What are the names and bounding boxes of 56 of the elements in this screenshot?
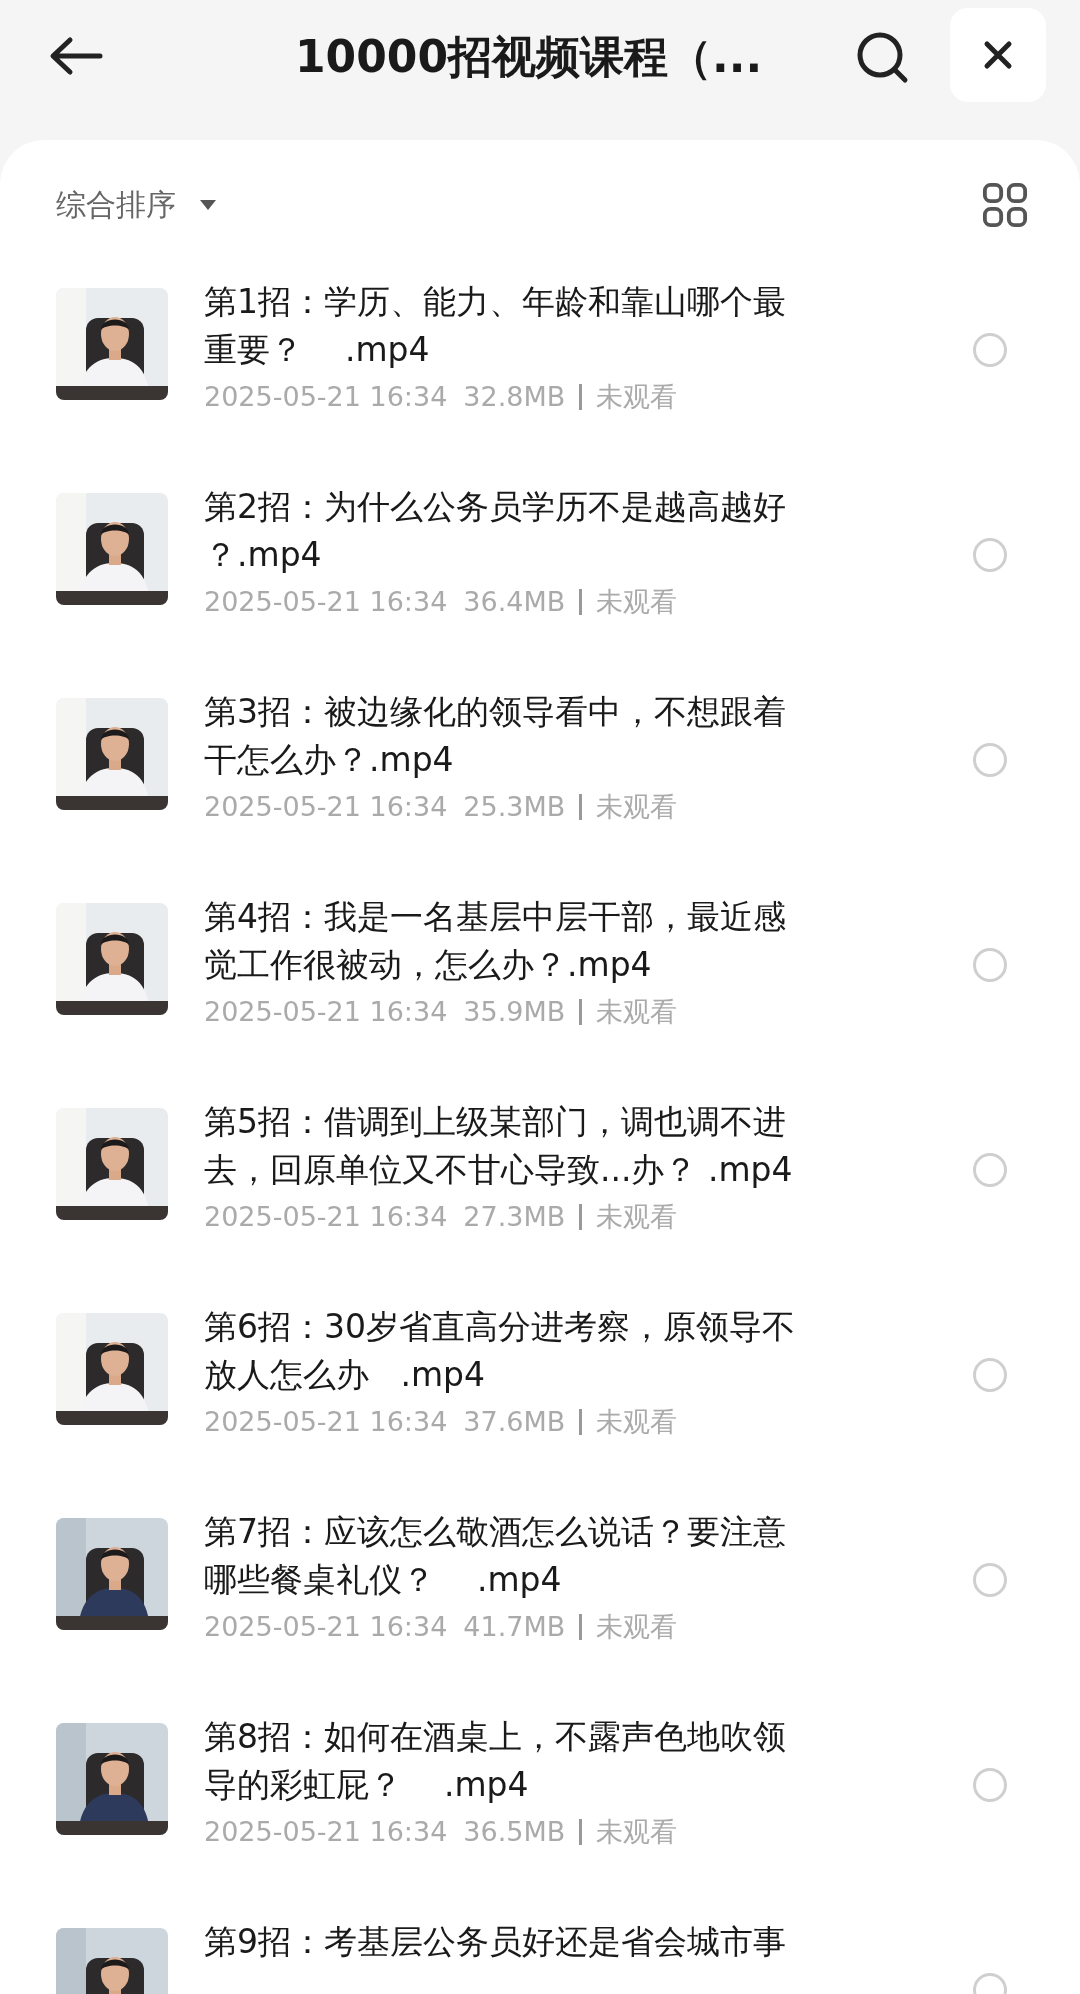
watch-status: 未观看 <box>596 585 678 619</box>
file-name: 重要？ .mp4 <box>204 329 431 371</box>
file-name: 放人怎么办 .mp4 <box>204 1354 487 1396</box>
watch-status: 未观看 <box>596 790 678 824</box>
caret-icon <box>198 199 218 211</box>
select-radio[interactable] <box>973 333 1007 367</box>
file-name: 去，回原单位又不甘心导致...办？ .mp4 <box>204 1149 794 1191</box>
close-button[interactable] <box>950 8 1046 102</box>
file-name: 第1招：学历、能力、年龄和靠山哪个最 <box>204 281 787 323</box>
file-date: 2025-05-21 16:34 <box>204 1405 448 1439</box>
file-size: 41.7MB <box>463 1610 566 1644</box>
file-date: 2025-05-21 16:34 <box>204 380 448 414</box>
file-name: 第9招：考基层公务员好还是省会城市事 <box>204 1921 787 1963</box>
file-size: 37.6MB <box>463 1405 566 1439</box>
file-size: 27.3MB <box>463 1200 566 1234</box>
watch-status: 未观看 <box>596 1200 678 1234</box>
file-date: 2025-05-21 16:34 <box>204 1610 448 1644</box>
select-radio[interactable] <box>973 1563 1007 1597</box>
file-size: 32.8MB <box>463 380 566 414</box>
sort-dropdown[interactable]: 综合排序 <box>56 184 218 226</box>
file-name: 觉工作很被动，怎么办？.mp4 <box>204 944 653 986</box>
watch-status: 未观看 <box>596 995 678 1029</box>
file-name: 干怎么办？.mp4 <box>204 739 455 781</box>
file-date: 2025-05-21 16:34 <box>204 790 448 824</box>
file-name: 第3招：被边缘化的领导看中，不想跟着 <box>204 691 787 733</box>
watch-status: 未观看 <box>596 1815 678 1849</box>
back-icon[interactable] <box>48 36 104 76</box>
watch-status: 未观看 <box>596 380 678 414</box>
file-name: 第7招：应该怎么敬酒怎么说话？要注意 <box>204 1511 787 1553</box>
file-date: 2025-05-21 16:34 <box>204 1815 448 1849</box>
watch-status: 未观看 <box>596 1610 678 1644</box>
file-name: 导的彩虹屁？ .mp4 <box>204 1764 530 1806</box>
file-name: 第4招：我是一名基层中层干部，最近感 <box>204 896 787 938</box>
file-date: 2025-05-21 16:34 <box>204 995 448 1029</box>
watch-status: 未观看 <box>596 1405 678 1439</box>
file-name: 第2招：为什么公务员学历不是越高越好 <box>204 486 787 528</box>
select-radio[interactable] <box>973 538 1007 572</box>
file-name: ？.mp4 <box>204 534 323 576</box>
select-radio[interactable] <box>973 948 1007 982</box>
file-name: 第6招：30岁省直高分进考察，原领导不 <box>204 1306 796 1348</box>
file-name: 哪些餐桌礼仪？ .mp4 <box>204 1559 563 1601</box>
file-date: 2025-05-21 16:34 <box>204 1200 448 1234</box>
page-title: 10000招视频课程（... <box>295 30 763 84</box>
file-size: 25.3MB <box>463 790 566 824</box>
select-radio[interactable] <box>973 1358 1007 1392</box>
grid-view-icon[interactable] <box>982 182 1028 228</box>
close-icon <box>982 39 1014 71</box>
file-size: 35.9MB <box>463 995 566 1029</box>
select-radio[interactable] <box>973 743 1007 777</box>
file-date: 2025-05-21 16:34 <box>204 585 448 619</box>
file-name: 第5招：借调到上级某部门，调也调不进 <box>204 1101 787 1143</box>
file-name: 第8招：如何在酒桌上，不露声色地吹领 <box>204 1716 787 1758</box>
select-radio[interactable] <box>973 1153 1007 1187</box>
select-radio[interactable] <box>973 1768 1007 1802</box>
file-size: 36.5MB <box>463 1815 566 1849</box>
file-size: 36.4MB <box>463 585 566 619</box>
